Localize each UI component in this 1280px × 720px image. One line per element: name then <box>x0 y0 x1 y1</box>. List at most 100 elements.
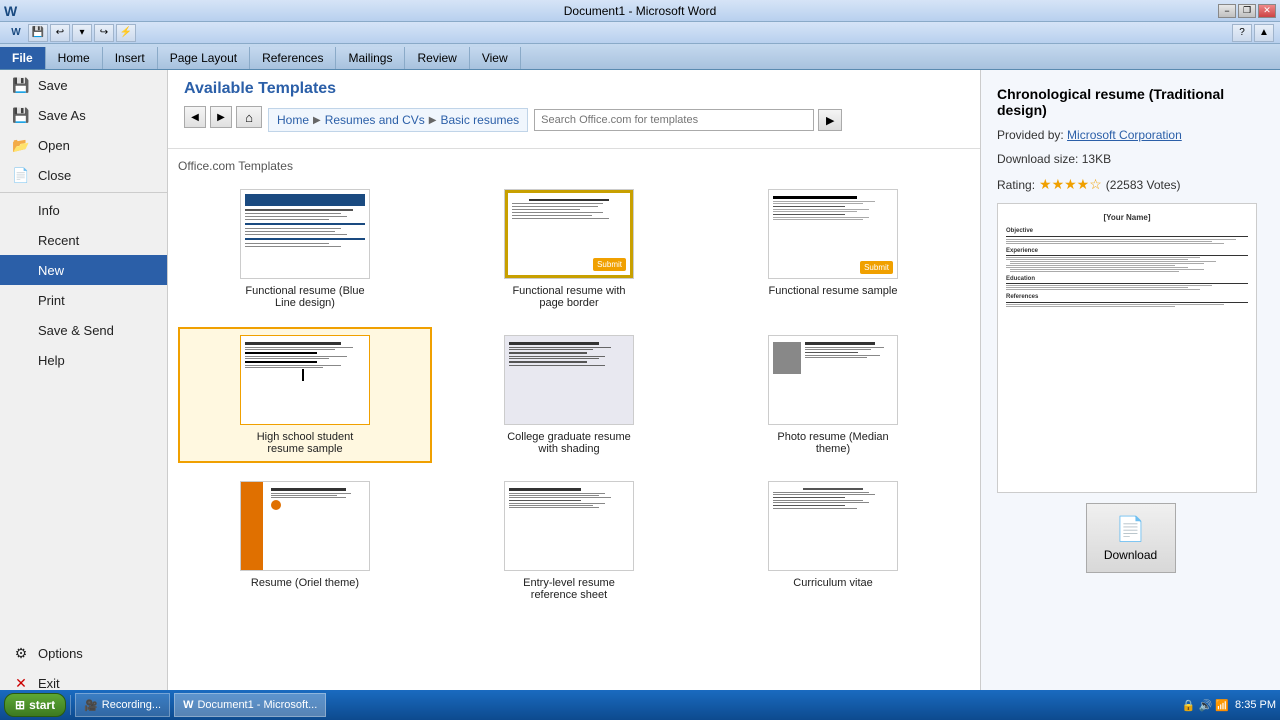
template-entry-level[interactable]: Entry-level resume reference sheet <box>442 473 696 609</box>
preview-area: [Your Name] Objective Experience Educati… <box>997 203 1257 493</box>
preview-references-label: References <box>1006 293 1248 302</box>
sidebar-divider-1 <box>0 192 167 193</box>
taskbar-item-recording[interactable]: 🎥 Recording... <box>75 693 170 717</box>
tab-mailings[interactable]: Mailings <box>336 47 405 69</box>
sidebar-item-options[interactable]: ⚙ Options <box>0 638 167 668</box>
rp-size: Download size: 13KB <box>997 152 1264 166</box>
word-icon: W <box>4 3 17 19</box>
rp-provider: Provided by: Microsoft Corporation <box>997 128 1264 142</box>
new-icon <box>12 261 30 279</box>
sidebar-item-open[interactable]: 📂 Open <box>0 130 167 160</box>
tab-page-layout[interactable]: Page Layout <box>158 47 250 69</box>
search-button[interactable]: ▶ <box>818 109 842 131</box>
preview-education-label: Education <box>1006 275 1248 284</box>
template-label-oriel: Resume (Oriel theme) <box>251 577 359 589</box>
ribbon-tabs: File Home Insert Page Layout References … <box>0 44 1280 70</box>
sidebar-item-help[interactable]: Help <box>0 345 167 375</box>
template-thumb-oriel <box>240 481 370 571</box>
breadcrumb-nav: ◀ ▶ ⌂ <box>184 106 262 128</box>
template-thumb-cv <box>768 481 898 571</box>
preview-content: [Your Name] Objective Experience Educati… <box>998 204 1256 492</box>
rating-stars: ★★★★☆ <box>1039 176 1102 193</box>
right-panel: Chronological resume (Traditional design… <box>980 70 1280 698</box>
breadcrumb-home[interactable]: Home <box>277 113 309 127</box>
sidebar-item-save[interactable]: 💾 Save <box>0 70 167 100</box>
content-area: Available Templates ◀ ▶ ⌂ Home ▶ Resumes… <box>168 70 980 698</box>
preview-experience-label: Experience <box>1006 247 1248 256</box>
undo-button[interactable]: ↩ <box>50 24 70 42</box>
template-highschool[interactable]: High school student resume sample <box>178 327 432 463</box>
tab-review[interactable]: Review <box>405 47 469 69</box>
forward-button[interactable]: ▶ <box>210 106 232 128</box>
system-icons: 🔒 🔊 📶 <box>1182 699 1229 712</box>
sidebar-item-new[interactable]: New <box>0 255 167 285</box>
provider-link[interactable]: Microsoft Corporation <box>1067 128 1182 142</box>
breadcrumb: Home ▶ Resumes and CVs ▶ Basic resumes <box>268 108 528 132</box>
search-input[interactable] <box>534 109 814 131</box>
rp-title: Chronological resume (Traditional design… <box>997 86 1264 118</box>
print-icon <box>12 291 30 309</box>
undo-dropdown[interactable]: ▾ <box>72 24 92 42</box>
save-qat-button[interactable]: 💾 <box>28 24 48 42</box>
restore-button[interactable]: ❐ <box>1238 4 1256 18</box>
home-button[interactable]: ⌂ <box>236 106 262 128</box>
download-button[interactable]: 📄 Download <box>1086 503 1176 573</box>
templates-container: Office.com Templates <box>168 149 980 698</box>
options-icon: ⚙ <box>12 644 30 662</box>
template-college[interactable]: College graduate resume with shading <box>442 327 696 463</box>
word-app-icon: W <box>6 24 26 42</box>
template-oriel[interactable]: Resume (Oriel theme) <box>178 473 432 609</box>
windows-logo: ⊞ <box>15 698 25 712</box>
sidebar-item-info[interactable]: Info <box>0 195 167 225</box>
recording-icon: 🎥 <box>84 699 98 712</box>
tab-home[interactable]: Home <box>46 47 103 69</box>
tab-file[interactable]: File <box>0 47 46 69</box>
template-cv[interactable]: Curriculum vitae <box>706 473 960 609</box>
template-label-func-border: Functional resume with page border <box>504 285 634 309</box>
taskbar-divider <box>70 695 71 715</box>
template-thumb-func-blue <box>240 189 370 279</box>
minimize-button[interactable]: − <box>1218 4 1236 18</box>
ribbon-minimize[interactable]: ▲ <box>1254 24 1274 42</box>
word-taskbar-icon: W <box>183 699 193 711</box>
quick-access-toolbar: W 💾 ↩ ▾ ↪ ⚡ ? ▲ <box>0 22 1280 44</box>
customize-qat[interactable]: ⚡ <box>116 24 136 42</box>
sidebar-item-print[interactable]: Print <box>0 285 167 315</box>
tab-insert[interactable]: Insert <box>103 47 158 69</box>
help-icon[interactable]: ? <box>1232 24 1252 42</box>
template-label-cv: Curriculum vitae <box>793 577 872 589</box>
tab-references[interactable]: References <box>250 47 336 69</box>
template-func-border[interactable]: Submit Functional resume with page borde… <box>442 181 696 317</box>
clock: 8:35 PM <box>1235 699 1276 711</box>
search-bar: ▶ <box>534 109 842 131</box>
page-title: Available Templates <box>184 80 964 98</box>
start-button[interactable]: ⊞ start <box>4 693 66 717</box>
window-title: Document1 - Microsoft Word <box>564 4 717 18</box>
template-func-sample[interactable]: Submit Functional resume sample <box>706 181 960 317</box>
title-bar-left: W <box>4 3 17 19</box>
template-label-highschool: High school student resume sample <box>240 431 370 455</box>
sidebar-item-save-as[interactable]: 💾 Save As <box>0 100 167 130</box>
template-func-blue[interactable]: Functional resume (Blue Line design) <box>178 181 432 317</box>
taskbar-right: 🔒 🔊 📶 8:35 PM <box>1182 699 1276 712</box>
tab-view[interactable]: View <box>470 47 521 69</box>
back-button[interactable]: ◀ <box>184 106 206 128</box>
sidebar-item-close[interactable]: 📄 Close <box>0 160 167 190</box>
breadcrumb-basic[interactable]: Basic resumes <box>440 113 519 127</box>
open-icon: 📂 <box>12 136 30 154</box>
template-photo[interactable]: Photo resume (Median theme) <box>706 327 960 463</box>
close-button[interactable]: ✕ <box>1258 4 1276 18</box>
redo-button[interactable]: ↪ <box>94 24 114 42</box>
template-label-func-sample: Functional resume sample <box>768 285 897 297</box>
rp-rating: Rating: ★★★★☆ (22583 Votes) <box>997 176 1264 193</box>
template-label-photo: Photo resume (Median theme) <box>768 431 898 455</box>
recent-icon <box>12 231 30 249</box>
template-thumb-entry-level <box>504 481 634 571</box>
breadcrumb-resumes[interactable]: Resumes and CVs <box>325 113 425 127</box>
taskbar-item-word[interactable]: W Document1 - Microsoft... <box>174 693 326 717</box>
submit-badge-2: Submit <box>860 261 893 274</box>
templates-grid: Functional resume (Blue Line design) <box>178 181 970 609</box>
sidebar-item-save-send[interactable]: Save & Send <box>0 315 167 345</box>
sidebar-item-recent[interactable]: Recent <box>0 225 167 255</box>
template-label-entry-level: Entry-level resume reference sheet <box>504 577 634 601</box>
